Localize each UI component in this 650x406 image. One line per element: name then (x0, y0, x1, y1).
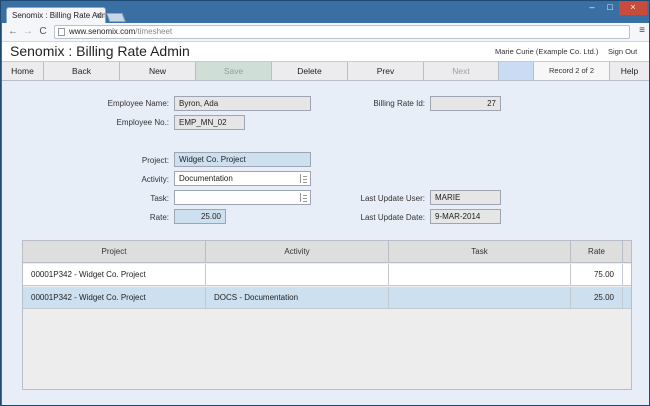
employee-no-label: Employee No.: (116, 118, 169, 127)
help-button[interactable]: Help (610, 62, 649, 80)
activity-field[interactable]: Documentation (174, 171, 311, 186)
cell-activity: DOCS - Documentation (206, 287, 389, 309)
grid-header: Project Activity Task Rate (23, 241, 631, 263)
task-label: Task: (150, 194, 169, 203)
address-bar[interactable]: www.senomix.com/timesheet (54, 25, 630, 39)
delete-button[interactable]: Delete (272, 62, 348, 80)
list-icon[interactable] (300, 174, 307, 183)
cell-task (389, 264, 571, 286)
browser-menu-icon[interactable]: ≡ (639, 25, 645, 36)
page-title: Senomix : Billing Rate Admin (10, 43, 190, 59)
employee-name-field: Byron, Ada (174, 96, 311, 111)
prev-button[interactable]: Prev (348, 62, 424, 80)
cell-project: 00001P342 - Widget Co. Project (23, 287, 206, 309)
back-button[interactable]: Back (44, 62, 120, 80)
billing-rate-id-label: Billing Rate Id: (373, 99, 425, 108)
employee-no-field: EMP_MN_02 (174, 115, 245, 130)
employee-name-label: Employee Name: (107, 99, 169, 108)
tab-strip: Senomix : Billing Rate Adm × – □ × (1, 1, 650, 24)
browser-window: Senomix : Billing Rate Adm × – □ × ← → C… (0, 0, 650, 406)
home-button[interactable]: Home (2, 62, 44, 80)
column-header-task[interactable]: Task (389, 241, 571, 263)
column-header-rate[interactable]: Rate (571, 241, 623, 263)
activity-value: Documentation (179, 174, 233, 183)
cell-rate: 75.00 (571, 264, 623, 286)
cell-rate: 25.00 (571, 287, 623, 309)
save-button[interactable]: Save (196, 62, 272, 80)
cell-activity (206, 264, 389, 286)
current-user: Marie Curie (Example Co. Ltd.) (495, 47, 599, 56)
maximize-icon[interactable]: □ (601, 1, 619, 15)
window-controls: – □ × (583, 1, 647, 15)
project-field[interactable]: Widget Co. Project (174, 152, 311, 167)
app-content: Senomix : Billing Rate Admin Marie Curie… (2, 42, 649, 405)
browser-toolbar: ← → C www.senomix.com/timesheet ≡ (2, 23, 649, 42)
last-update-date-label: Last Update Date: (360, 213, 425, 222)
cell-project: 00001P342 - Widget Co. Project (23, 264, 206, 286)
last-update-user-field: MARIE (430, 190, 501, 205)
new-button[interactable]: New (120, 62, 196, 80)
sign-out-link[interactable]: Sign Out (608, 47, 637, 56)
reload-icon[interactable]: C (37, 25, 49, 39)
project-value: Widget Co. Project (179, 155, 246, 164)
last-update-user-label: Last Update User: (360, 194, 425, 203)
cell-task (389, 287, 571, 309)
tab-close-icon[interactable]: × (96, 8, 101, 23)
billing-rate-grid: Project Activity Task Rate 00001P342 - W… (22, 240, 632, 390)
back-arrow-icon[interactable]: ← (7, 25, 19, 39)
column-header-activity[interactable]: Activity (206, 241, 389, 263)
url-host: www.senomix.com (69, 27, 136, 36)
minimize-icon[interactable]: – (583, 1, 601, 15)
rate-label: Rate: (149, 213, 169, 222)
record-counter: Record 2 of 2 (534, 62, 610, 80)
tab-title: Senomix : Billing Rate Adm (12, 11, 106, 20)
forward-arrow-icon[interactable]: → (22, 25, 34, 39)
page-icon (58, 28, 65, 36)
billing-rate-id-field: 27 (430, 96, 501, 111)
action-bar: Home Back New Save Delete Prev Next Reco… (2, 62, 649, 81)
project-label: Project: (141, 156, 169, 165)
table-row-selected[interactable]: 00001P342 - Widget Co. Project DOCS - Do… (23, 287, 631, 309)
new-tab-button[interactable] (106, 13, 126, 22)
status-indicator (499, 62, 534, 80)
url-path: /timesheet (135, 27, 173, 36)
task-field[interactable] (174, 190, 311, 205)
column-header-project[interactable]: Project (23, 241, 206, 263)
last-update-date-field: 9-MAR-2014 (430, 209, 501, 224)
rate-field[interactable]: 25.00 (174, 209, 226, 224)
table-row[interactable]: 00001P342 - Widget Co. Project 75.00 (23, 264, 631, 286)
close-window-icon[interactable]: × (619, 1, 647, 15)
browser-tab[interactable]: Senomix : Billing Rate Adm × (6, 7, 106, 24)
activity-label: Activity: (141, 175, 169, 184)
next-button[interactable]: Next (424, 62, 499, 80)
app-header: Senomix : Billing Rate Admin Marie Curie… (2, 42, 649, 62)
